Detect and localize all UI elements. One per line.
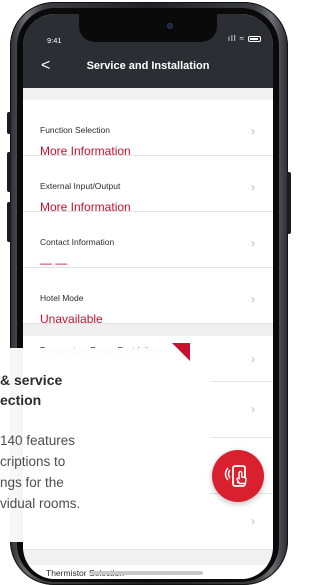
callout-body-line: 140 features (0, 433, 76, 448)
camera-icon (167, 23, 173, 29)
callout-pointer (172, 343, 190, 361)
chevron-right-icon: › (251, 124, 255, 138)
list-item-function-selection[interactable]: Function Selection More Information › (23, 100, 273, 158)
chevron-right-icon: › (251, 402, 255, 416)
list-item-label: Function Selection (40, 125, 110, 135)
notch (79, 14, 217, 42)
list-item-label: External Input/Output (40, 181, 121, 191)
callout-body-line: criptions to (0, 454, 66, 469)
list-item-label: Hotel Mode (40, 293, 84, 303)
callout-title-line: & service (0, 372, 63, 388)
list-item-label: Contact Information (40, 237, 115, 247)
chevron-right-icon: › (251, 236, 255, 250)
chevron-right-icon: › (251, 180, 255, 194)
list-item-hotel-mode[interactable]: Hotel Mode Unavailable › (23, 268, 273, 326)
chevron-right-icon: › (251, 514, 255, 528)
callout-title-line: ection (0, 392, 42, 408)
status-icons: ıll ≈ (228, 34, 261, 43)
app-header: 9:41 ıll ≈ < Service and Installation (23, 14, 273, 88)
chevron-right-icon: › (251, 292, 255, 306)
list-item-contact-information[interactable]: Contact Information — — › (23, 212, 273, 270)
chevron-right-icon: › (251, 352, 255, 366)
callout-body-line: ngs for the (0, 475, 64, 490)
home-indicator[interactable] (91, 571, 203, 575)
wifi-icon: ≈ (239, 34, 245, 43)
signal-icon: ıll (227, 34, 237, 43)
callout-title: & service ection (0, 370, 62, 410)
status-time: 9:41 (47, 36, 62, 45)
phone-touch-button[interactable] (212, 450, 264, 502)
page-title: Service and Installation (86, 60, 210, 72)
callout-body-line: vidual rooms. (0, 496, 81, 511)
list-item-external-io[interactable]: External Input/Output More Information › (23, 156, 273, 214)
list-item-value: Unavailable (40, 312, 103, 326)
callout-body: 140 features criptions to ngs for the vi… (0, 430, 80, 514)
battery-icon (248, 35, 261, 42)
phone-touch-icon (224, 465, 247, 487)
